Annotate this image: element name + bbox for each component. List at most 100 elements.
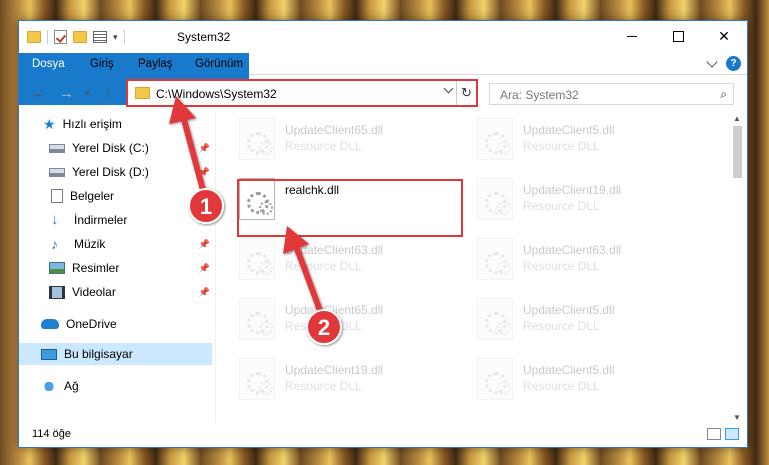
nav-item-local-disk-d[interactable]: Yerel Disk (D:) 📌	[19, 161, 212, 183]
dll-file-icon	[239, 358, 275, 400]
nav-item-videos[interactable]: Videolar 📌	[19, 281, 212, 303]
file-list: UpdateClient65.dll Resource DLL UpdateCl…	[227, 115, 729, 415]
file-description: Resource DLL	[285, 319, 362, 333]
pin-icon: 📌	[198, 143, 210, 153]
videos-icon	[49, 285, 65, 299]
large-icons-view-icon[interactable]	[725, 428, 739, 440]
file-item[interactable]: UpdateClient65.dll Resource DLL	[227, 295, 457, 347]
pin-icon: 📌	[198, 167, 210, 177]
nav-item-label: Müzik	[74, 237, 106, 251]
nav-item-label: Yerel Disk (D:)	[72, 165, 149, 179]
file-description: Resource DLL	[285, 259, 362, 273]
file-item[interactable]: UpdateClient63.dll Resource DLL	[227, 235, 457, 287]
vertical-scrollbar[interactable]: ▲ ▼	[730, 112, 745, 422]
navigation-pane: ★ Hızlı erişim Yerel Disk (C:) 📌 Yerel D…	[19, 111, 215, 423]
new-folder-icon[interactable]	[73, 31, 87, 43]
close-button[interactable]: ✕	[701, 21, 747, 51]
chevron-down-icon[interactable]: ▾	[113, 32, 118, 43]
dll-file-icon	[477, 178, 513, 220]
nav-item-music[interactable]: ♪ Müzik 📌	[19, 233, 212, 255]
file-item[interactable]: UpdateClient63.dll Resource DLL	[465, 235, 695, 287]
file-name: UpdateClient19.dll	[285, 363, 384, 377]
help-icon[interactable]: ?	[726, 56, 741, 71]
highlight-box	[237, 179, 463, 237]
item-count: 114 öğe	[32, 428, 71, 440]
search-placeholder: Ara: System32	[500, 88, 579, 102]
forward-icon[interactable]: →	[59, 85, 74, 102]
search-icon[interactable]: ⌕	[720, 87, 727, 102]
file-name: UpdateClient65.dll	[285, 303, 384, 317]
minimize-button[interactable]	[609, 21, 655, 51]
file-name: UpdateClient5.dll	[523, 123, 615, 137]
dll-file-icon	[477, 238, 513, 280]
recent-chevron-icon[interactable]: ▾	[85, 88, 90, 99]
dll-file-icon	[239, 118, 275, 160]
cloud-icon	[41, 319, 59, 329]
refresh-icon[interactable]: ↻	[456, 81, 476, 105]
download-icon: ↓	[51, 211, 59, 228]
file-item[interactable]: UpdateClient5.dll Resource DLL	[465, 355, 695, 407]
ribbon-tabs: Dosya Giriş Paylaş Görünüm ?	[19, 53, 747, 105]
dll-file-icon	[477, 118, 513, 160]
file-item[interactable]: UpdateClient5.dll Resource DLL	[465, 115, 695, 167]
chevron-down-icon[interactable]	[443, 83, 454, 94]
nav-item-downloads[interactable]: ↓ İndirmeler 📌	[19, 209, 212, 231]
pane-divider[interactable]	[215, 111, 216, 423]
nav-item-label: İndirmeler	[74, 213, 128, 227]
file-item[interactable]: UpdateClient5.dll Resource DLL	[465, 295, 695, 347]
file-description: Resource DLL	[523, 319, 600, 333]
nav-item-label: Yerel Disk (C:)	[72, 141, 149, 155]
nav-item-onedrive[interactable]: OneDrive	[19, 313, 212, 335]
dll-file-icon	[477, 358, 513, 400]
file-item[interactable]: UpdateClient19.dll Resource DLL	[465, 175, 695, 227]
nav-item-local-disk-c[interactable]: Yerel Disk (C:) 📌	[19, 137, 212, 159]
nav-item-label: Hızlı erişim	[62, 117, 122, 131]
properties-check-icon[interactable]	[54, 30, 67, 44]
music-icon: ♪	[51, 236, 58, 252]
folder-icon	[135, 87, 150, 99]
nav-item-pictures[interactable]: Resimler 📌	[19, 257, 212, 279]
file-item[interactable]: UpdateClient19.dll Resource DLL	[227, 355, 457, 407]
tab-home[interactable]: Giriş	[79, 53, 125, 75]
folder-icon[interactable]	[27, 31, 41, 43]
address-path[interactable]: C:\Windows\System32	[156, 87, 277, 101]
nav-item-quick-access[interactable]: ★ Hızlı erişim	[43, 113, 236, 135]
computer-icon	[41, 348, 57, 360]
status-bar: 114 öğe	[19, 423, 747, 447]
scroll-down-icon[interactable]: ▼	[733, 413, 741, 422]
file-description: Resource DLL	[523, 199, 600, 213]
divider	[47, 30, 48, 44]
file-name: UpdateClient63.dll	[285, 243, 384, 257]
details-view-icon[interactable]	[707, 428, 721, 440]
search-input[interactable]: Ara: System32 ⌕	[489, 83, 734, 105]
customize-icon[interactable]	[93, 31, 107, 43]
file-name: UpdateClient63.dll	[523, 243, 622, 257]
maximize-button[interactable]	[655, 21, 701, 51]
scroll-up-icon[interactable]: ▲	[733, 114, 741, 123]
nav-item-this-pc[interactable]: Bu bilgisayar	[19, 343, 212, 365]
tab-view[interactable]: Görünüm	[184, 53, 254, 75]
nav-item-label: Videolar	[72, 285, 116, 299]
pin-icon: 📌	[198, 287, 210, 297]
nav-item-documents[interactable]: Belgeler 📌	[19, 185, 212, 207]
expand-ribbon-icon[interactable]	[706, 55, 718, 68]
address-bar[interactable]: C:\Windows\System32 ↻	[126, 79, 478, 107]
drive-icon	[49, 167, 65, 177]
window-title: System32	[177, 30, 231, 44]
file-description: Resource DLL	[523, 139, 600, 153]
network-icon	[41, 379, 57, 393]
file-name: UpdateClient5.dll	[523, 303, 615, 317]
up-icon[interactable]: ↑	[104, 85, 112, 102]
tab-share[interactable]: Paylaş	[127, 53, 184, 75]
file-name: UpdateClient65.dll	[285, 123, 384, 137]
nav-item-network[interactable]: Ağ	[19, 375, 212, 397]
scroll-thumb[interactable]	[733, 126, 742, 178]
file-name: UpdateClient19.dll	[523, 183, 622, 197]
back-icon[interactable]: ←	[31, 85, 46, 102]
file-description: Resource DLL	[285, 139, 362, 153]
file-item[interactable]: UpdateClient65.dll Resource DLL	[227, 115, 457, 167]
dll-file-icon	[239, 298, 275, 340]
file-description: Resource DLL	[523, 379, 600, 393]
window-controls: ✕	[609, 21, 747, 51]
quick-access-toolbar: ▾	[27, 30, 125, 44]
